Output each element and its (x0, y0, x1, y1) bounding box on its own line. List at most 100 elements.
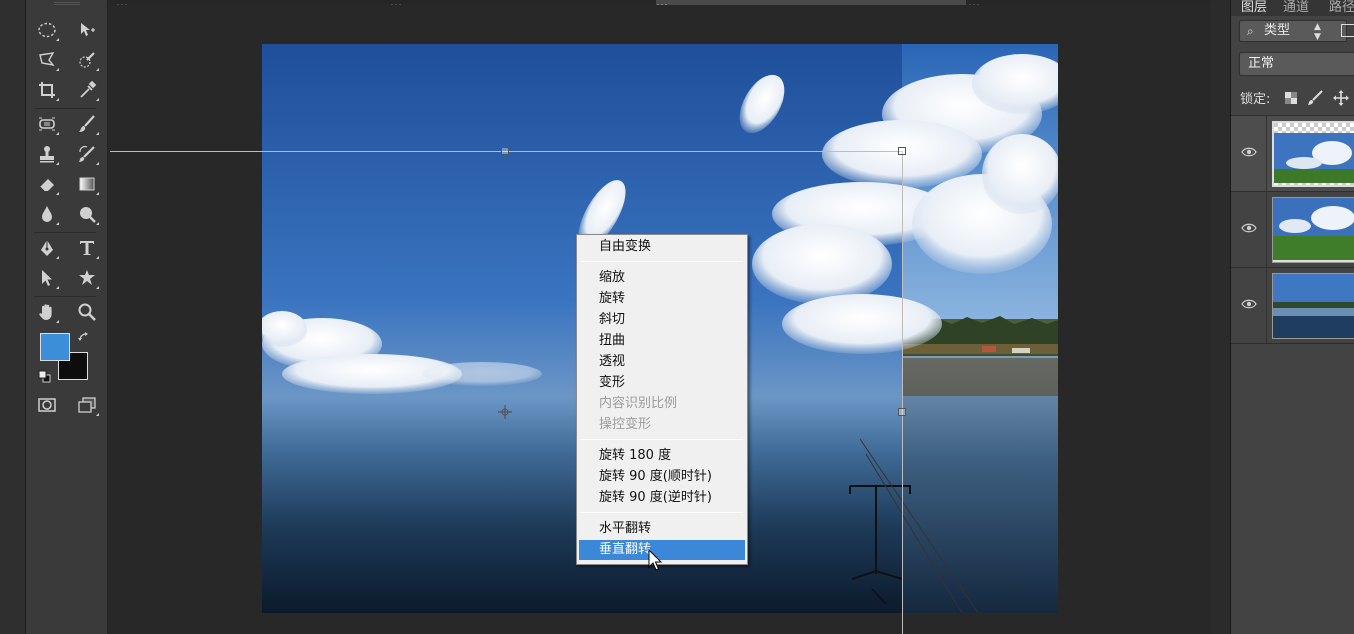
move-tool[interactable] (72, 16, 102, 44)
marquee-tool[interactable] (32, 16, 62, 44)
default-colors-icon[interactable] (38, 369, 52, 383)
menu-separator (581, 261, 743, 262)
crop-tool[interactable] (32, 76, 62, 104)
tab-paths[interactable]: 路径 (1329, 0, 1354, 15)
ellipse-marquee-icon (38, 22, 56, 38)
menu-item-content-aware-scale: 内容识别比例 (599, 396, 678, 411)
panel-gutter (1210, 0, 1232, 634)
lock-position-icon[interactable] (1333, 90, 1349, 106)
image-filter-icon[interactable] (1341, 24, 1354, 37)
layer-row[interactable] (1231, 115, 1354, 192)
filter-kind-label: 类型 (1264, 23, 1291, 38)
layer-thumbnail[interactable] (1272, 197, 1354, 263)
menu-item-free-transform[interactable]: 自由变换 (579, 237, 745, 257)
visibility-toggle[interactable] (1231, 192, 1267, 268)
visibility-toggle[interactable] (1231, 116, 1267, 192)
layers-panel: 图层 通道 路径 ⌕ 类型 ▲ ▼ 正常 锁定: (1230, 0, 1354, 634)
pen-icon (41, 240, 53, 256)
type-tool[interactable] (72, 234, 102, 262)
quick-mask-icon (38, 398, 56, 412)
menu-item-distort[interactable]: 扭曲 (579, 331, 745, 351)
quick-selection-tool[interactable] (72, 46, 102, 74)
stamp-icon (40, 146, 54, 163)
shape-tool[interactable] (72, 264, 102, 292)
search-icon: ⌕ (1247, 24, 1254, 38)
dodge-icon (80, 207, 96, 223)
layer-thumbnail[interactable] (1272, 273, 1354, 339)
toolbar-strip (0, 0, 26, 634)
transform-box-right-edge[interactable] (902, 151, 903, 634)
layer-row[interactable] (1231, 191, 1354, 268)
history-brush-icon (79, 145, 95, 162)
polygon-lasso-icon (39, 52, 55, 67)
layers-list-divider (1231, 343, 1354, 344)
layer-thumbnail[interactable] (1272, 121, 1354, 187)
eraser-tool[interactable] (32, 170, 62, 198)
screen-mode-button[interactable] (72, 391, 102, 419)
custom-shape-icon (79, 270, 95, 285)
history-brush-tool[interactable] (72, 140, 102, 168)
brush-tool[interactable] (72, 110, 102, 138)
clone-stamp-tool[interactable] (32, 140, 62, 168)
path-selection-tool[interactable] (32, 264, 62, 292)
menu-item-scale[interactable]: 缩放 (579, 268, 745, 288)
crop-icon (39, 82, 55, 98)
eyedropper-tool[interactable] (72, 76, 102, 104)
eye-icon (1241, 223, 1257, 233)
menu-item-rotate[interactable]: 旋转 (579, 289, 745, 309)
menu-item-flip-horizontal[interactable]: 水平翻转 (579, 519, 745, 539)
menu-item-perspective[interactable]: 透视 (579, 352, 745, 372)
menu-item-warp[interactable]: 变形 (579, 373, 745, 393)
menu-item-rotate-180[interactable]: 旋转 180 度 (579, 446, 745, 466)
hand-tool[interactable] (32, 298, 62, 326)
water-drop-icon (42, 206, 52, 222)
menu-item-skew[interactable]: 斜切 (579, 310, 745, 330)
lock-transparency-icon[interactable] (1283, 90, 1299, 106)
zoom-tool[interactable] (72, 298, 102, 326)
reference-point-icon[interactable] (497, 404, 513, 420)
spot-healing-tool[interactable] (32, 110, 62, 138)
menu-item-rotate-90-cw[interactable]: 旋转 90 度(顺时针) (579, 467, 745, 487)
quick-mask-button[interactable] (32, 391, 62, 419)
transform-handle-right[interactable] (898, 408, 906, 416)
mouse-pointer-icon (648, 548, 664, 573)
bandage-icon (39, 117, 55, 131)
eraser-icon (39, 179, 54, 192)
lock-pixels-brush-icon[interactable] (1307, 90, 1323, 106)
lock-label: 锁定: (1240, 92, 1271, 107)
updown-arrows-icon: ▲ ▼ (1314, 22, 1321, 42)
layer-row[interactable] (1231, 267, 1354, 344)
panel-tab-bar: 图层 通道 路径 (1231, 0, 1354, 16)
eye-icon (1241, 147, 1257, 157)
menu-item-rotate-90-ccw[interactable]: 旋转 90 度(逆时针) (579, 488, 745, 508)
lasso-tool[interactable] (32, 46, 62, 74)
screen-mode-icon (78, 397, 96, 413)
arrow-select-icon (42, 270, 52, 286)
transform-handle-top[interactable] (501, 147, 509, 155)
eyedropper-icon (80, 80, 97, 98)
panel-grip[interactable] (54, 2, 80, 5)
menu-separator (581, 439, 743, 440)
menu-separator (581, 512, 743, 513)
layer-filter-select[interactable]: ⌕ 类型 ▲ ▼ (1239, 20, 1347, 42)
menu-item-puppet-warp: 操控变形 (599, 417, 652, 432)
tab-layers[interactable]: 图层 (1241, 0, 1267, 15)
dodge-tool[interactable] (72, 200, 102, 228)
pen-tool[interactable] (32, 234, 62, 262)
move-arrow-icon (81, 23, 95, 36)
brush-icon (79, 115, 95, 132)
quick-selection-icon (79, 52, 95, 68)
transform-handle-top-right[interactable] (898, 147, 906, 155)
visibility-toggle[interactable] (1231, 268, 1267, 344)
foreground-color-swatch[interactable] (40, 333, 70, 361)
blend-mode-select[interactable]: 正常 (1239, 52, 1354, 76)
gradient-icon (79, 177, 95, 191)
type-t-icon (80, 241, 94, 255)
magnifier-icon (78, 303, 96, 321)
swap-colors-icon[interactable] (77, 330, 91, 344)
tab-channels[interactable]: 通道 (1283, 0, 1309, 15)
gradient-tool[interactable] (72, 170, 102, 198)
blur-tool[interactable] (32, 200, 62, 228)
eye-icon (1241, 299, 1257, 309)
transform-context-menu: 自由变换 缩放 旋转 斜切 扭曲 透视 变形 内容识别比例 操控变形 旋转 18… (576, 234, 748, 565)
